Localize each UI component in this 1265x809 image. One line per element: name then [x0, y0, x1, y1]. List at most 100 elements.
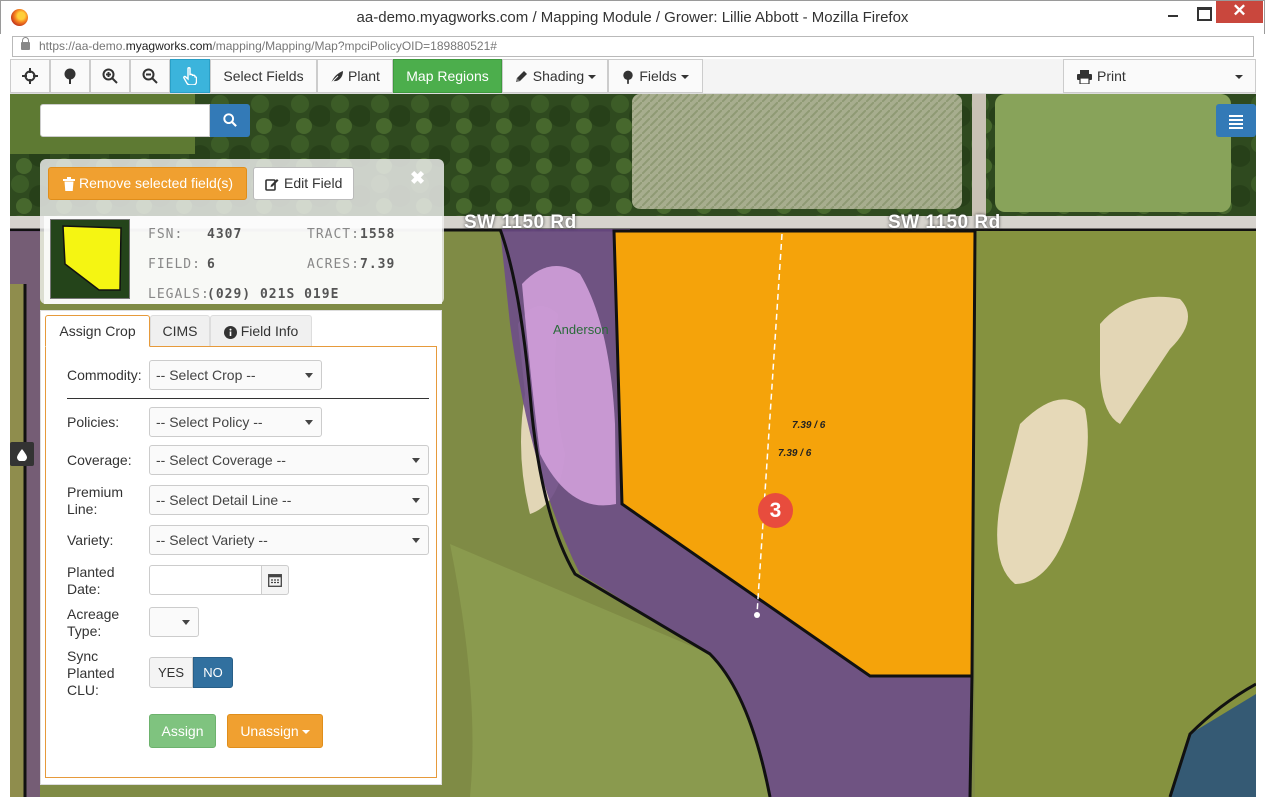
date-picker-button[interactable]: [261, 565, 289, 595]
legals-value: (029) 021S 019E: [207, 287, 340, 302]
premium-label-line1: Premium: [67, 484, 124, 500]
url-path: /mapping/Mapping/Map?mpciPolicyOID=18988…: [212, 39, 497, 53]
sync-label-line3: CLU:: [67, 682, 99, 698]
field-number-value: 6: [207, 257, 216, 272]
map-marker-badge[interactable]: 3: [758, 493, 793, 528]
tab-assign-crop[interactable]: Assign Crop: [45, 315, 150, 347]
menu-icon: [1229, 119, 1243, 121]
lock-icon: [21, 37, 30, 50]
fields-label: Fields: [639, 68, 677, 84]
pencil-icon: [515, 71, 527, 83]
sync-no-toggle[interactable]: NO: [193, 657, 233, 688]
mapping-toolbar: Select Fields Plant Map Regions Shading …: [10, 59, 1256, 94]
unassign-dropdown-button[interactable]: Unassign: [227, 714, 323, 748]
tract-value: 1558: [360, 227, 396, 242]
url-domain: myagworks.com: [125, 39, 213, 53]
select-fields-button[interactable]: Select Fields: [210, 59, 317, 93]
close-panel-icon[interactable]: ✖: [410, 168, 425, 189]
tab-field-info-label: Field Info: [240, 323, 299, 339]
pointer-select-button[interactable]: [170, 59, 210, 93]
remove-selected-fields-button[interactable]: Remove selected field(s): [48, 167, 247, 200]
premium-line-label: Premium Line:: [67, 484, 123, 518]
trash-icon: [63, 177, 75, 191]
chevron-down-icon: [588, 75, 597, 80]
water-drop-icon: [17, 448, 27, 462]
commodity-select[interactable]: -- Select Crop --: [149, 360, 322, 390]
premium-line-select[interactable]: -- Select Detail Line --: [149, 485, 429, 515]
acres-label: ACRES:: [307, 257, 360, 272]
policies-label: Policies:: [67, 414, 120, 430]
fields-dropdown[interactable]: Fields: [608, 59, 703, 93]
window-titlebar: aa-demo.myagworks.com / Mapping Module /…: [0, 0, 1265, 34]
tree-icon: [623, 70, 634, 85]
search-icon: [223, 113, 237, 127]
url-prefix: https://aa-demo.: [39, 39, 126, 53]
print-dropdown[interactable]: Print: [1063, 59, 1256, 93]
leaf-icon: [330, 71, 344, 84]
variety-label: Variety:: [67, 532, 114, 548]
assign-button[interactable]: Assign: [149, 714, 216, 748]
maximize-button[interactable]: [1189, 1, 1215, 23]
plant-button[interactable]: Plant: [317, 59, 393, 93]
field-label: 7.39 / 6: [778, 448, 812, 459]
planted-label-line1: Planted: [67, 564, 115, 580]
map-search-input[interactable]: [40, 104, 210, 137]
variety-select[interactable]: -- Select Variety --: [149, 525, 429, 555]
acreage-label-line1: Acreage: [67, 606, 120, 622]
minimize-button[interactable]: [1159, 1, 1185, 23]
zoom-in-icon: [102, 68, 118, 84]
planted-date-input[interactable]: [149, 565, 262, 595]
zoom-in-button[interactable]: [90, 59, 130, 93]
coverage-label: Coverage:: [67, 452, 132, 468]
map-search-button[interactable]: [210, 104, 250, 137]
chevron-down-icon: [680, 75, 689, 80]
menu-icon: [1229, 123, 1243, 125]
pan-button[interactable]: [10, 59, 50, 93]
window-title: aa-demo.myagworks.com / Mapping Module /…: [356, 9, 909, 26]
fsn-label: FSN:: [148, 227, 184, 242]
remove-label: Remove selected field(s): [79, 175, 234, 191]
form-divider: [67, 398, 429, 399]
shading-dropdown[interactable]: Shading: [502, 59, 608, 93]
close-window-button[interactable]: ✕: [1216, 1, 1263, 23]
menu-icon: [1229, 115, 1243, 117]
tab-field-info[interactable]: Field Info: [210, 315, 312, 347]
tract-label: TRACT:: [307, 227, 360, 242]
road-label: SW 1150 Rd: [888, 212, 1001, 233]
map-regions-button[interactable]: Map Regions: [393, 59, 502, 93]
zoom-out-icon: [142, 68, 158, 84]
sync-label-line1: Sync: [67, 648, 99, 664]
fsn-value: 4307: [207, 227, 243, 242]
field-label: 7.39 / 6: [792, 420, 826, 431]
acreage-type-label: Acreage Type:: [67, 606, 119, 640]
water-drop-button[interactable]: [10, 442, 34, 466]
acres-value: 7.39: [360, 257, 396, 272]
layers-menu-button[interactable]: [1216, 104, 1256, 137]
planted-label-line2: Date:: [67, 581, 101, 597]
chevron-down-icon: [301, 730, 310, 735]
tree-button[interactable]: [50, 59, 90, 93]
sync-yes-toggle[interactable]: YES: [149, 657, 193, 688]
premium-label-line2: Line:: [67, 501, 98, 517]
edit-field-button[interactable]: Edit Field: [253, 167, 354, 200]
acreage-type-select[interactable]: [149, 607, 199, 637]
field-shape-thumbnail: [51, 220, 129, 298]
legals-label: LEGALS:: [148, 287, 210, 302]
field-number-label: FIELD:: [148, 257, 201, 272]
coverage-select[interactable]: -- Select Coverage --: [149, 445, 429, 475]
crosshair-icon: [22, 68, 38, 85]
info-icon: [223, 325, 237, 339]
zoom-out-button[interactable]: [130, 59, 170, 93]
shading-label: Shading: [532, 68, 585, 84]
tab-cims[interactable]: CIMS: [150, 315, 210, 347]
road-label: SW 1150 Rd: [464, 212, 577, 233]
policies-select[interactable]: -- Select Policy --: [149, 407, 322, 437]
poi-label: Anderson: [553, 322, 609, 337]
tree-icon: [64, 68, 76, 85]
menu-icon: [1229, 127, 1243, 129]
calendar-icon: [268, 574, 282, 587]
edit-label: Edit Field: [284, 175, 343, 191]
field-thumbnail: [50, 219, 130, 299]
url-bar[interactable]: https://aa-demo.myagworks.com/mapping/Ma…: [12, 36, 1254, 57]
hand-pointer-icon: [183, 67, 198, 86]
